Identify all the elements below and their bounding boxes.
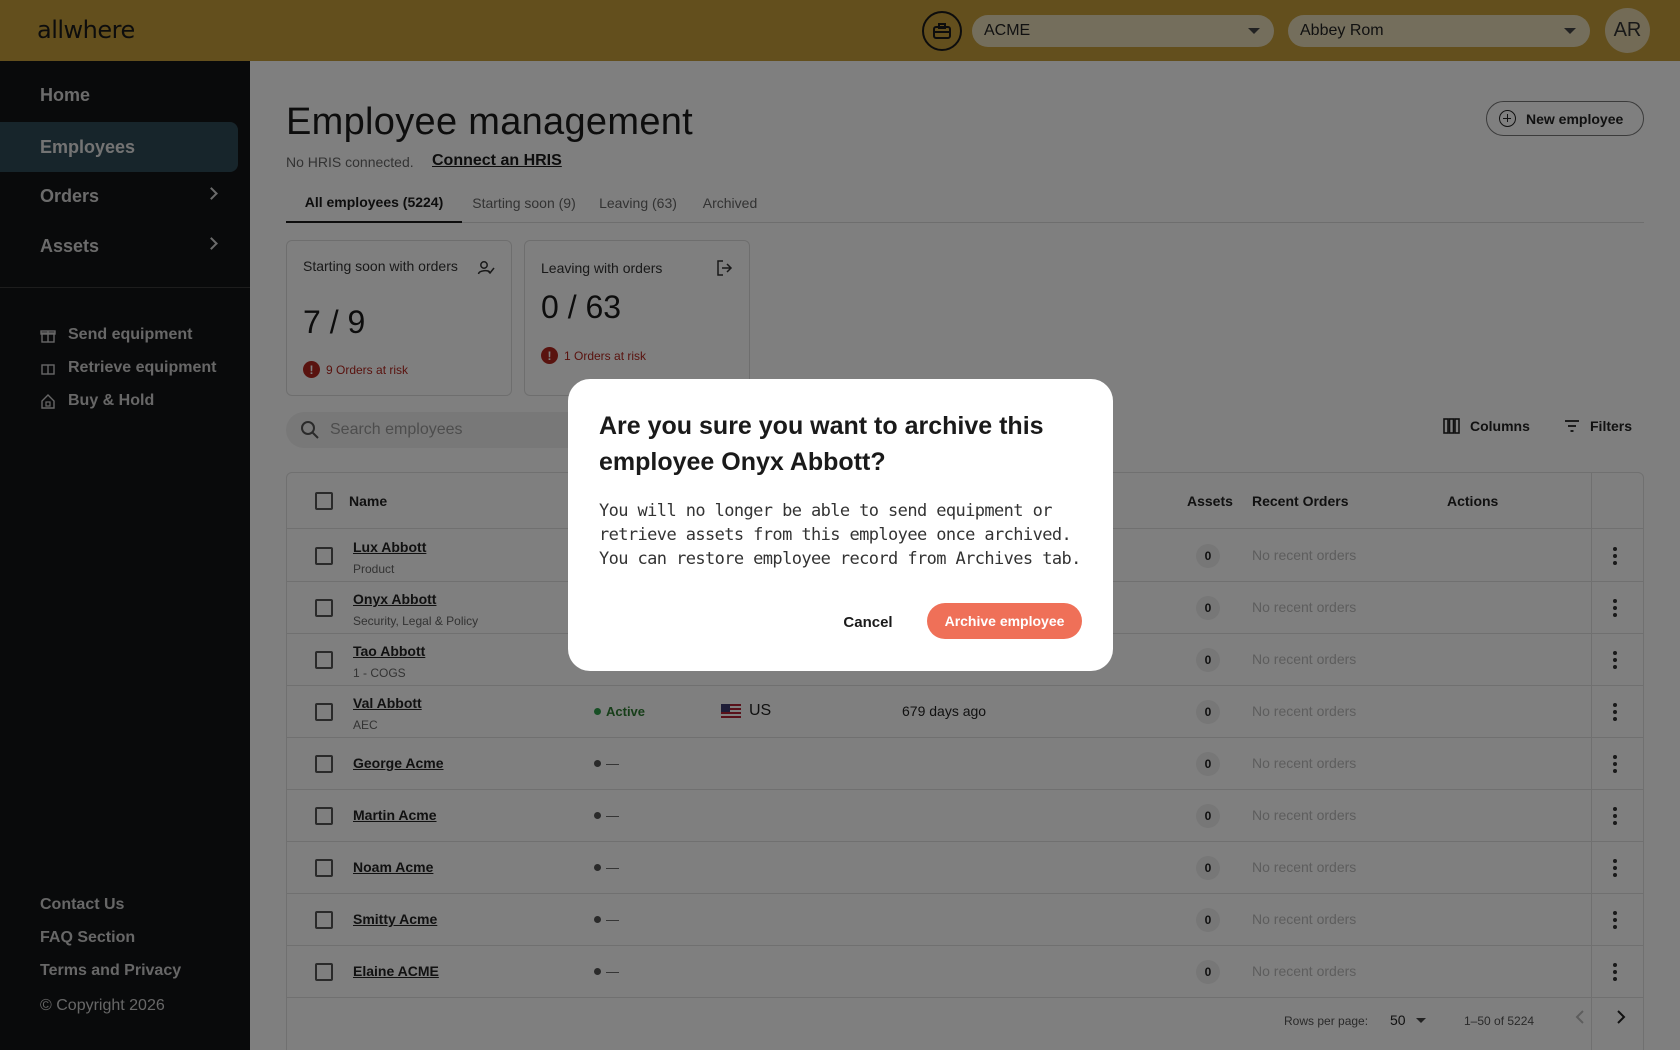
dialog-title: Are you sure you want to archive this em…	[599, 412, 1044, 476]
dialog-body: You will no longer be able to send equip…	[599, 501, 1081, 569]
archive-confirm-dialog: Are you sure you want to archive this em…	[568, 379, 1113, 671]
cancel-button[interactable]: Cancel	[833, 605, 903, 639]
archive-employee-button[interactable]: Archive employee	[927, 603, 1082, 639]
